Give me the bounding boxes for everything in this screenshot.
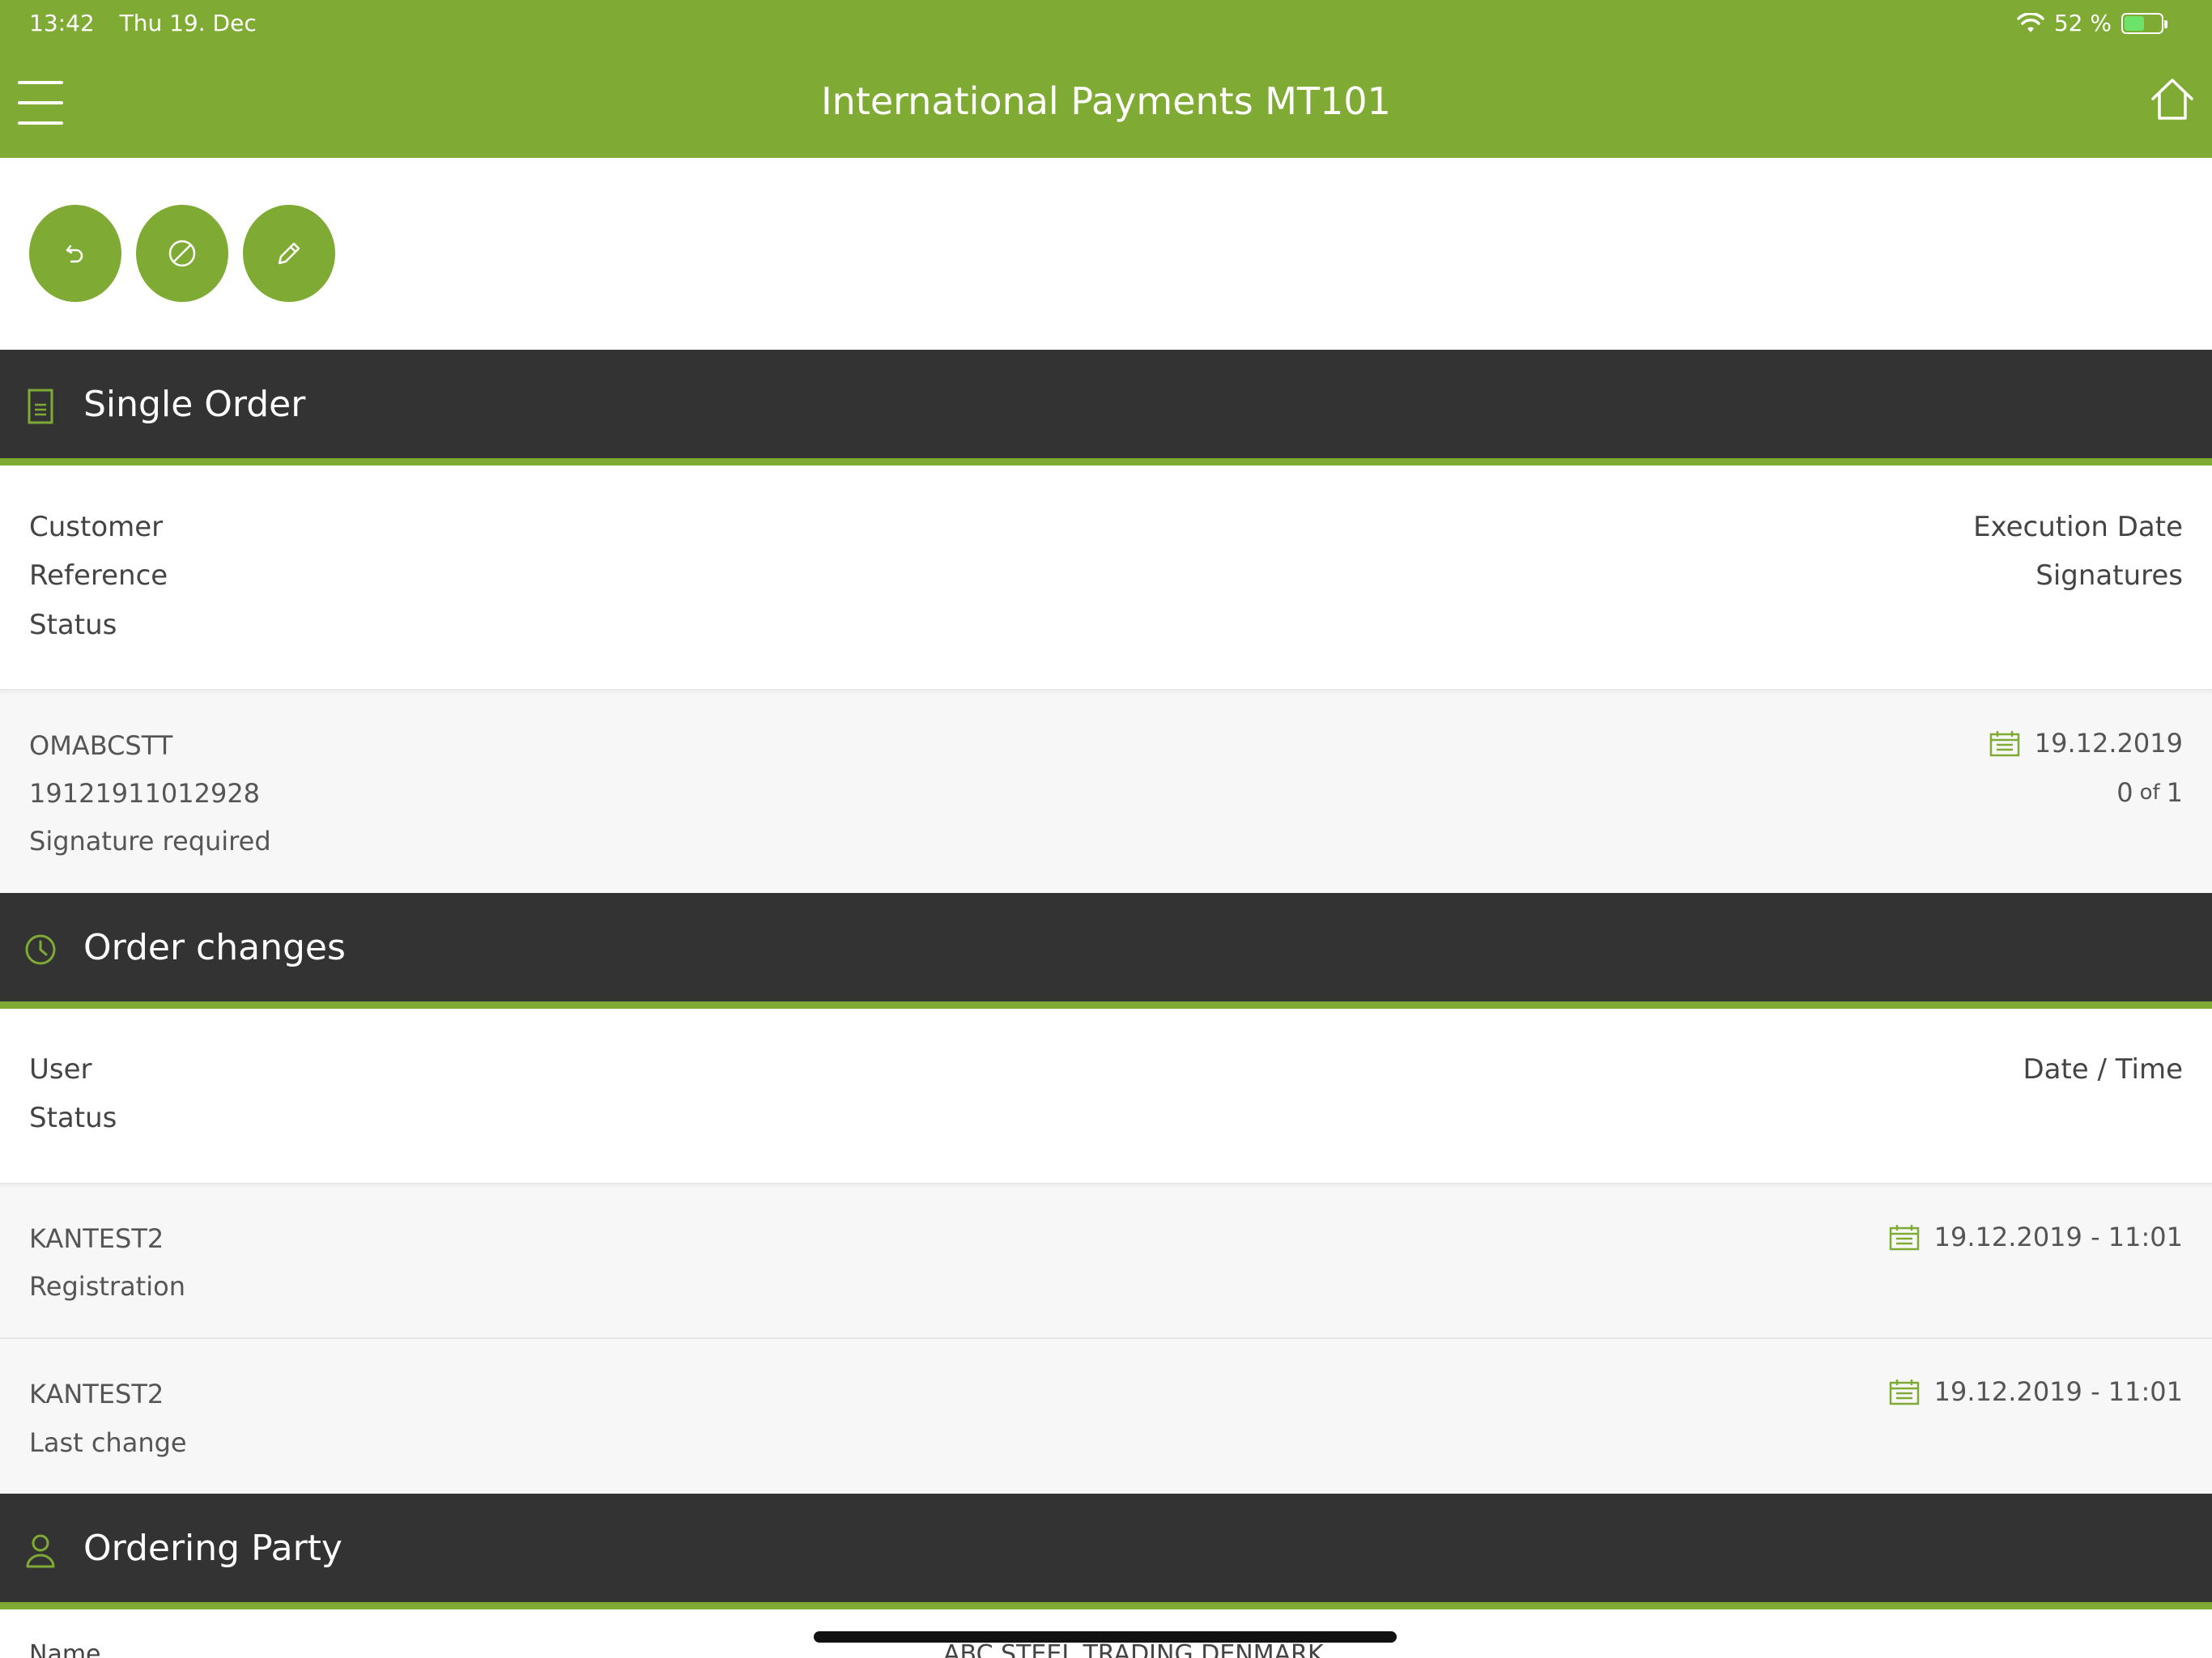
section-title: Ordering Party — [83, 1528, 342, 1569]
value-reference: 19121911012928 — [29, 778, 261, 809]
home-icon[interactable] — [2149, 76, 2196, 123]
value-name: ABC STEEL TRADING DENMARK — [943, 1640, 1324, 1658]
label-status: Status — [29, 1102, 117, 1134]
table-row[interactable]: KANTEST2 Last change 19.12.2019 - 11:01 — [0, 1337, 2212, 1494]
nav-bar: International Payments MT101 — [0, 49, 2212, 158]
row-user: KANTEST2 — [29, 1223, 164, 1254]
section-header-single-order: Single Order — [0, 350, 2212, 466]
undo-button[interactable] — [29, 205, 121, 302]
value-execution-date-text: 19.12.2019 — [2034, 728, 2183, 759]
value-execution-date: 19.12.2019 — [1989, 728, 2183, 759]
order-changes-labels: User Status Date / Time — [0, 1009, 2212, 1183]
home-indicator[interactable] — [814, 1631, 1397, 1643]
value-customer: OMABCSTT — [29, 730, 173, 761]
label-datetime: Date / Time — [2023, 1053, 2183, 1086]
person-icon — [26, 1534, 55, 1568]
row-status: Registration — [29, 1271, 185, 1302]
undo-icon — [66, 244, 83, 263]
label-reference: Reference — [29, 559, 168, 592]
section-header-ordering-party: Ordering Party — [0, 1494, 2212, 1609]
status-time: 13:42 — [29, 10, 95, 36]
label-execution-date: Execution Date — [1973, 511, 2183, 543]
label-signatures-text: Signatures — [2035, 559, 2183, 592]
label-name: Name — [29, 1640, 101, 1658]
battery-icon — [2121, 12, 2167, 34]
document-icon — [28, 389, 53, 424]
calendar-icon — [1889, 1225, 1919, 1251]
label-signatures: Signatures — [2035, 559, 2183, 592]
single-order-labels: Customer Reference Status Execution Date… — [0, 466, 2212, 689]
signatures-total: 1 — [2166, 777, 2183, 808]
label-user: User — [29, 1053, 92, 1086]
row-datetime: 19.12.2019 - 11:01 — [1889, 1376, 2183, 1407]
value-signatures: 0 of 1 — [2116, 777, 2183, 808]
clock-icon — [25, 934, 56, 965]
row-user: KANTEST2 — [29, 1379, 164, 1409]
status-bar: 13:42 Thu 19. Dec 52 % — [0, 0, 2212, 49]
section-title: Order changes — [83, 927, 346, 968]
value-status: Signature required — [29, 826, 271, 857]
label-customer: Customer — [29, 511, 164, 543]
label-status: Status — [29, 609, 117, 641]
label-execution-date-text: Execution Date — [1973, 511, 2183, 543]
cancel-icon — [168, 240, 196, 267]
row-datetime-text: 19.12.2019 - 11:01 — [1933, 1222, 2183, 1252]
section-title: Single Order — [83, 384, 306, 425]
signatures-of: of — [2139, 780, 2160, 805]
row-status: Last change — [29, 1427, 187, 1458]
edit-button[interactable] — [243, 205, 335, 302]
single-order-values[interactable]: OMABCSTT 19121911012928 Signature requir… — [0, 689, 2212, 893]
action-toolbar — [0, 158, 2212, 350]
page-title: International Payments MT101 — [821, 79, 1391, 123]
row-datetime-text: 19.12.2019 - 11:01 — [1933, 1376, 2183, 1407]
wifi-icon — [2017, 12, 2044, 32]
calendar-icon — [1889, 1380, 1919, 1405]
battery-percent: 52 % — [2053, 10, 2112, 36]
cancel-button[interactable] — [136, 205, 228, 302]
label-datetime-text: Date / Time — [2023, 1053, 2183, 1086]
calendar-icon — [1989, 731, 2020, 757]
row-datetime: 19.12.2019 - 11:01 — [1889, 1222, 2183, 1252]
section-header-order-changes: Order changes — [0, 893, 2212, 1009]
pencil-icon — [278, 242, 300, 265]
signatures-count: 0 — [2116, 777, 2133, 808]
status-date: Thu 19. Dec — [119, 10, 257, 36]
table-row[interactable]: KANTEST2 Registration 19.12.2019 - 11:01 — [0, 1183, 2212, 1337]
